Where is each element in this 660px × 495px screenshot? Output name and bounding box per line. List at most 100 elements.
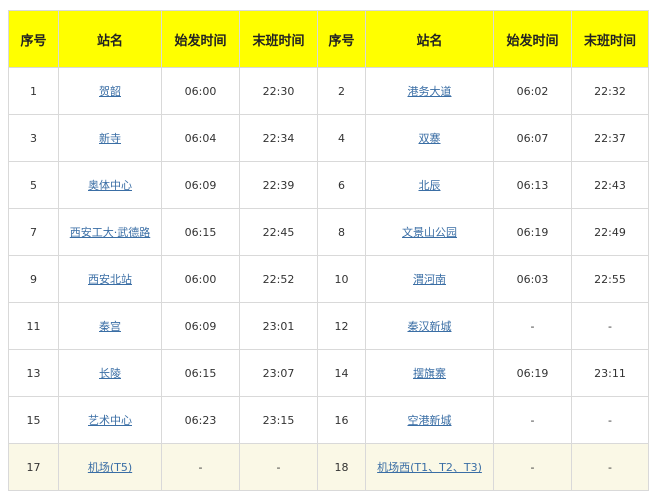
first-train-time-cell: 06:00 bbox=[161, 255, 240, 303]
last-train-time-cell: - bbox=[239, 443, 318, 491]
table-header: 序号 站名 始发时间 末班时间 序号 站名 始发时间 末班时间 bbox=[8, 10, 649, 68]
station-name-cell: 双寨 bbox=[365, 114, 494, 162]
station-number-cell: 1 bbox=[8, 67, 59, 115]
station-number-cell: 7 bbox=[8, 208, 59, 256]
station-link[interactable]: 港务大道 bbox=[408, 85, 452, 98]
station-link[interactable]: 北辰 bbox=[419, 179, 441, 192]
last-train-time-cell: 22:34 bbox=[239, 114, 318, 162]
station-link[interactable]: 艺术中心 bbox=[88, 414, 132, 427]
station-number-cell: 2 bbox=[317, 67, 366, 115]
station-number-cell: 9 bbox=[8, 255, 59, 303]
station-link[interactable]: 摆旗寨 bbox=[413, 367, 446, 380]
station-number-cell: 18 bbox=[317, 443, 366, 491]
station-name-cell: 奥体中心 bbox=[58, 161, 162, 209]
last-train-time-cell: - bbox=[571, 443, 649, 491]
column-header: 末班时间 bbox=[571, 10, 649, 68]
station-name-cell: 艺术中心 bbox=[58, 396, 162, 444]
station-link[interactable]: 秦汉新城 bbox=[408, 320, 452, 333]
table-row: 7 西安工大·武德路 06:15 22:45 8 文景山公园 06:19 22:49 bbox=[8, 208, 649, 256]
first-train-time-cell: 06:15 bbox=[161, 208, 240, 256]
table-row: 3 新寺 06:04 22:34 4 双寨 06:07 22:37 bbox=[8, 114, 649, 162]
station-name-cell: 文景山公园 bbox=[365, 208, 494, 256]
station-name-cell: 西安北站 bbox=[58, 255, 162, 303]
last-train-time-cell: 23:07 bbox=[239, 349, 318, 397]
column-header: 序号 bbox=[8, 10, 59, 68]
station-name-cell: 贺韶 bbox=[58, 67, 162, 115]
first-train-time-cell: - bbox=[493, 396, 572, 444]
column-header: 始发时间 bbox=[161, 10, 240, 68]
column-header: 站名 bbox=[365, 10, 494, 68]
station-link[interactable]: 西安工大·武德路 bbox=[70, 226, 151, 239]
station-link[interactable]: 贺韶 bbox=[99, 85, 121, 98]
last-train-time-cell: - bbox=[571, 302, 649, 350]
station-number-cell: 13 bbox=[8, 349, 59, 397]
first-train-time-cell: - bbox=[493, 443, 572, 491]
first-train-time-cell: 06:07 bbox=[493, 114, 572, 162]
station-number-cell: 4 bbox=[317, 114, 366, 162]
first-train-time-cell: 06:09 bbox=[161, 302, 240, 350]
last-train-time-cell: 23:15 bbox=[239, 396, 318, 444]
first-train-time-cell: 06:13 bbox=[493, 161, 572, 209]
station-link[interactable]: 渭河南 bbox=[413, 273, 446, 286]
table-row: 1 贺韶 06:00 22:30 2 港务大道 06:02 22:32 bbox=[8, 67, 649, 115]
last-train-time-cell: 22:45 bbox=[239, 208, 318, 256]
table-row: 11 秦宫 06:09 23:01 12 秦汉新城 - - bbox=[8, 302, 649, 350]
station-link[interactable]: 空港新城 bbox=[408, 414, 452, 427]
station-name-cell: 空港新城 bbox=[365, 396, 494, 444]
first-train-time-cell: 06:00 bbox=[161, 67, 240, 115]
last-train-time-cell: 22:49 bbox=[571, 208, 649, 256]
first-train-time-cell: 06:03 bbox=[493, 255, 572, 303]
table-body: 1 贺韶 06:00 22:30 2 港务大道 06:02 22:32 3 新寺 06:04 22:3… bbox=[8, 67, 649, 491]
station-link[interactable]: 新寺 bbox=[99, 132, 121, 145]
station-name-cell: 秦宫 bbox=[58, 302, 162, 350]
page: 序号 站名 始发时间 末班时间 序号 站名 始发时间 末班时间 1 贺韶 06:00 22:30 2 港… bbox=[0, 0, 660, 495]
station-link[interactable]: 双寨 bbox=[419, 132, 441, 145]
station-link[interactable]: 机场西(T1、T2、T3) bbox=[377, 461, 482, 474]
table-row: 5 奥体中心 06:09 22:39 6 北辰 06:13 22:43 bbox=[8, 161, 649, 209]
station-name-cell: 北辰 bbox=[365, 161, 494, 209]
last-train-time-cell: 23:01 bbox=[239, 302, 318, 350]
column-header: 序号 bbox=[317, 10, 366, 68]
station-number-cell: 11 bbox=[8, 302, 59, 350]
first-train-time-cell: 06:19 bbox=[493, 208, 572, 256]
station-name-cell: 渭河南 bbox=[365, 255, 494, 303]
station-number-cell: 16 bbox=[317, 396, 366, 444]
last-train-time-cell: 22:55 bbox=[571, 255, 649, 303]
table-row: 9 西安北站 06:00 22:52 10 渭河南 06:03 22:55 bbox=[8, 255, 649, 303]
station-name-cell: 秦汉新城 bbox=[365, 302, 494, 350]
first-train-time-cell: 06:15 bbox=[161, 349, 240, 397]
station-link[interactable]: 秦宫 bbox=[99, 320, 121, 333]
first-train-time-cell: 06:09 bbox=[161, 161, 240, 209]
last-train-time-cell: 22:52 bbox=[239, 255, 318, 303]
station-name-cell: 长陵 bbox=[58, 349, 162, 397]
last-train-time-cell: 22:43 bbox=[571, 161, 649, 209]
last-train-time-cell: 22:39 bbox=[239, 161, 318, 209]
first-train-time-cell: - bbox=[493, 302, 572, 350]
station-link[interactable]: 长陵 bbox=[99, 367, 121, 380]
header-row: 序号 站名 始发时间 末班时间 序号 站名 始发时间 末班时间 bbox=[8, 10, 649, 68]
station-number-cell: 14 bbox=[317, 349, 366, 397]
station-link[interactable]: 西安北站 bbox=[88, 273, 132, 286]
station-number-cell: 3 bbox=[8, 114, 59, 162]
last-train-time-cell: 23:11 bbox=[571, 349, 649, 397]
station-timetable: 序号 站名 始发时间 末班时间 序号 站名 始发时间 末班时间 1 贺韶 06:00 22:30 2 港… bbox=[8, 10, 649, 491]
station-name-cell: 港务大道 bbox=[365, 67, 494, 115]
first-train-time-cell: 06:04 bbox=[161, 114, 240, 162]
column-header: 站名 bbox=[58, 10, 162, 68]
station-name-cell: 摆旗寨 bbox=[365, 349, 494, 397]
station-number-cell: 17 bbox=[8, 443, 59, 491]
station-name-cell: 机场(T5) bbox=[58, 443, 162, 491]
station-number-cell: 10 bbox=[317, 255, 366, 303]
station-number-cell: 8 bbox=[317, 208, 366, 256]
station-name-cell: 机场西(T1、T2、T3) bbox=[365, 443, 494, 491]
table-row: 15 艺术中心 06:23 23:15 16 空港新城 - - bbox=[8, 396, 649, 444]
station-link[interactable]: 文景山公园 bbox=[402, 226, 457, 239]
station-link[interactable]: 机场(T5) bbox=[88, 461, 132, 474]
last-train-time-cell: 22:37 bbox=[571, 114, 649, 162]
first-train-time-cell: 06:02 bbox=[493, 67, 572, 115]
table-row: 13 长陵 06:15 23:07 14 摆旗寨 06:19 23:11 bbox=[8, 349, 649, 397]
column-header: 末班时间 bbox=[239, 10, 318, 68]
station-number-cell: 12 bbox=[317, 302, 366, 350]
last-train-time-cell: 22:32 bbox=[571, 67, 649, 115]
station-link[interactable]: 奥体中心 bbox=[88, 179, 132, 192]
